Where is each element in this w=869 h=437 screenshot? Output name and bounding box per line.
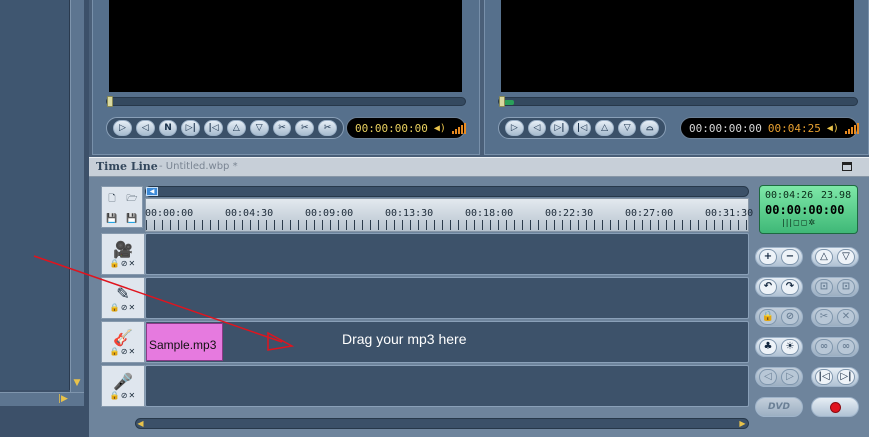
timeline-hscrollbar[interactable] xyxy=(135,418,749,429)
history-controls: ↶ ↷ xyxy=(755,277,803,297)
effect-button[interactable]: ♣ xyxy=(759,339,777,355)
split-button[interactable]: ✂ xyxy=(815,309,833,325)
zoom-controls: + − xyxy=(755,247,803,267)
redo-button[interactable]: ↷ xyxy=(781,279,799,295)
scroll-right-arrow-icon[interactable]: ▶ xyxy=(738,419,747,428)
undo-button[interactable]: ↶ xyxy=(759,279,777,295)
nudge-controls: ◁ ▷ xyxy=(755,367,803,387)
nudge-right-button[interactable]: ▷ xyxy=(781,369,799,385)
effect-controls: ♣ ☀ xyxy=(755,337,803,357)
timecode-fps: 23.98 xyxy=(821,190,852,201)
link-controls: ∞ ∞ xyxy=(811,337,859,357)
insert-button[interactable]: ⊡ xyxy=(815,279,833,295)
brightness-button[interactable]: ☀ xyxy=(781,339,799,355)
scroll-left-arrow-icon[interactable]: ◀ xyxy=(136,419,145,428)
lock-controls: 🔒 ⊘ xyxy=(755,307,803,327)
timecode-strip: |||◻◻✲ xyxy=(782,218,817,227)
append-button[interactable]: ⊡ xyxy=(837,279,855,295)
jump-start-button[interactable]: |◁ xyxy=(815,369,833,385)
dvd-button[interactable]: DVD xyxy=(755,397,803,417)
cut-controls: ✂ ✕ xyxy=(811,307,859,327)
arrow-shaft xyxy=(33,255,283,343)
disable-button[interactable]: ⊘ xyxy=(781,309,799,325)
unlink-button[interactable]: ∞ xyxy=(837,339,855,355)
insert-controls: ⊡ ⊡ xyxy=(811,277,859,297)
lock-button[interactable]: 🔒 xyxy=(759,309,777,325)
delete-button[interactable]: ✕ xyxy=(837,309,855,325)
move-down-button[interactable]: ▽ xyxy=(837,249,855,265)
record-button[interactable] xyxy=(811,397,859,417)
timecode-duration: 00:04:26 xyxy=(765,190,814,201)
annotation-arrow xyxy=(33,255,295,351)
link-button[interactable]: ∞ xyxy=(815,339,833,355)
jump-controls: |◁ ▷| xyxy=(811,367,859,387)
nudge-left-button[interactable]: ◁ xyxy=(759,369,777,385)
record-icon xyxy=(829,401,841,413)
timecode-current: 00:00:00:00 xyxy=(765,203,845,217)
zoom-out-button[interactable]: − xyxy=(781,249,799,265)
jump-end-button[interactable]: ▷| xyxy=(837,369,855,385)
dvd-label: DVD xyxy=(768,402,790,412)
zoom-in-button[interactable]: + xyxy=(759,249,777,265)
move-controls: △ ▽ xyxy=(811,247,859,267)
move-up-button[interactable]: △ xyxy=(815,249,833,265)
